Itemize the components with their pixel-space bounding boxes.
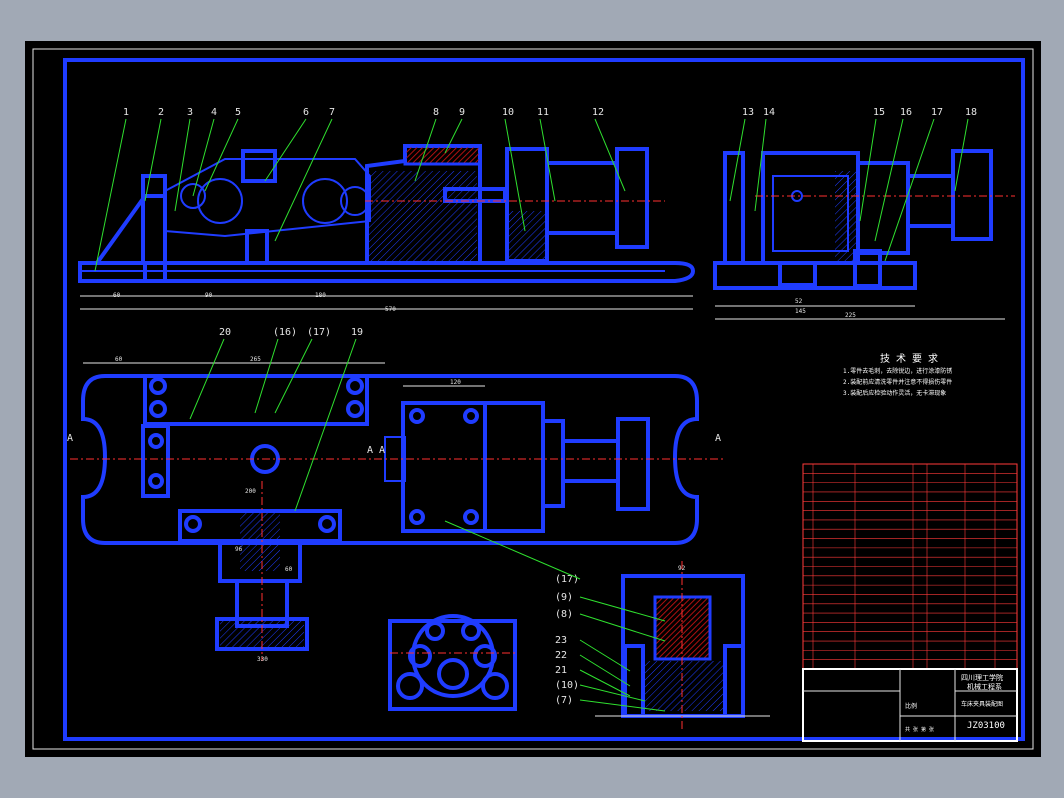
part-label: 10 xyxy=(502,107,514,118)
department-name: 机械工程系 xyxy=(967,683,1002,691)
leader-line xyxy=(594,118,626,192)
section-mark: A xyxy=(715,433,721,444)
scale-label: 比例 xyxy=(905,703,918,710)
part-label: (10) xyxy=(555,680,579,691)
tech-line: 1.零件去毛刺，去除锐边，进行涂漆防锈 xyxy=(843,368,953,375)
leader-line xyxy=(144,118,162,202)
part-label: (9) xyxy=(555,592,573,603)
front-view xyxy=(78,144,696,310)
dimension-text: 60 xyxy=(285,566,293,573)
dimension-text: 145 xyxy=(795,308,806,315)
lower-section-view xyxy=(178,481,342,661)
leader-line xyxy=(859,118,877,222)
top-view xyxy=(70,362,725,545)
outer-border xyxy=(32,48,1034,750)
dimension-text: 52 xyxy=(795,298,803,305)
leader-line xyxy=(94,118,127,272)
part-label: 1 xyxy=(123,107,129,118)
drawing-number: JZ03100 xyxy=(967,721,1005,731)
part-label: 7 xyxy=(329,107,335,118)
section-mark: A xyxy=(67,433,73,444)
dimension-text: 92 xyxy=(678,565,686,572)
part-label: 5 xyxy=(235,107,241,118)
drawing-name: 车床夹具装配图 xyxy=(961,701,1004,708)
part-label: 22 xyxy=(555,650,567,661)
part-label: (17) xyxy=(555,574,579,585)
part-label: 11 xyxy=(537,107,549,118)
part-label: 19 xyxy=(351,327,363,338)
dimension-text: 60 xyxy=(115,356,123,363)
part-label: 20 xyxy=(219,327,231,338)
part-label: 8 xyxy=(433,107,439,118)
dimension-text: 265 xyxy=(250,356,261,363)
leader-line xyxy=(874,118,904,242)
leader-line xyxy=(174,118,191,212)
part-label: 3 xyxy=(187,107,193,118)
cad-drawing: 1 2 3 4 5 6 7 8 9 10 11 12 13 14 15 16 17 1820 (16) (17) 19(… xyxy=(32,48,1034,750)
part-label: 2 xyxy=(158,107,164,118)
dimension-text: 90 xyxy=(205,292,213,299)
part-label: 14 xyxy=(763,107,775,118)
part-label: (8) xyxy=(555,609,573,620)
dimension-text: 570 xyxy=(385,306,396,313)
part-label: 13 xyxy=(742,107,754,118)
detail-view xyxy=(388,614,517,711)
dimension-text: 330 xyxy=(257,656,268,663)
sheet-label: 共 张 第 张 xyxy=(905,727,935,733)
leader-line xyxy=(192,118,215,197)
cad-drawing-area: 1 2 3 4 5 6 7 8 9 10 11 12 13 14 15 16 17 18 20 (16) (17) 19(… xyxy=(25,41,1041,757)
dimension-text: 225 xyxy=(845,312,856,319)
part-label: 12 xyxy=(592,107,604,118)
part-label: 16 xyxy=(900,107,912,118)
part-label: 18 xyxy=(965,107,977,118)
part-label: 23 xyxy=(555,635,567,646)
parts-list-table xyxy=(802,463,1018,670)
leader-line xyxy=(189,338,225,420)
part-label: 4 xyxy=(211,107,217,118)
dimension-text: 60 xyxy=(113,292,121,299)
section-mark: A xyxy=(379,445,385,456)
tech-line: 2.装配前应清洗零件并注意不得损伤零件 xyxy=(843,379,953,386)
part-label: 21 xyxy=(555,665,567,676)
part-label: (16) xyxy=(273,327,297,338)
dimension-text: 180 xyxy=(315,292,326,299)
tech-requirements: 1.零件去毛刺，去除锐边，进行涂漆防锈 2.装配前应清洗零件并注意不得损伤零件 … xyxy=(843,366,952,399)
dimension-text: 200 xyxy=(245,488,256,495)
tech-requirements-title: 技 术 要 求 xyxy=(880,354,939,365)
dimension-text: 120 xyxy=(450,379,461,386)
section-mark: A xyxy=(367,445,373,456)
leader-line xyxy=(204,118,239,192)
part-label: 15 xyxy=(873,107,885,118)
leader-line xyxy=(954,118,969,192)
part-label: (17) xyxy=(307,327,331,338)
side-view xyxy=(713,149,1015,320)
tech-line: 3.装配后应检验动作灵活，无卡滞现象 xyxy=(843,390,947,397)
part-label: (7) xyxy=(555,695,573,706)
part-label: 6 xyxy=(303,107,309,118)
part-label: 9 xyxy=(459,107,465,118)
part-label: 17 xyxy=(931,107,943,118)
dimension-text: 96 xyxy=(235,546,243,553)
